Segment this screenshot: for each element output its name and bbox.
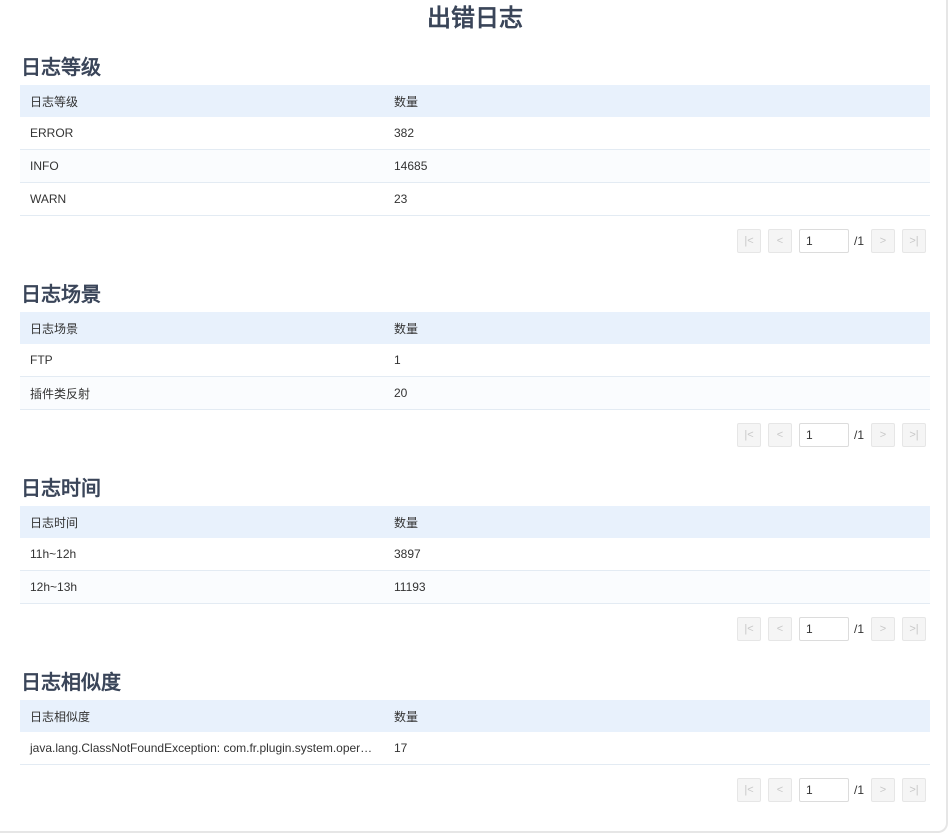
page-total: /1 xyxy=(853,428,864,442)
table-cell: 11h~12h xyxy=(20,538,384,571)
section-title: 日志场景 xyxy=(21,284,101,306)
column-header[interactable]: 日志等级 xyxy=(20,85,384,117)
first-page-icon[interactable]: |< xyxy=(736,423,761,447)
first-page-icon[interactable]: |< xyxy=(736,778,761,802)
section-title: 日志时间 xyxy=(21,478,101,500)
log-scene-table: 日志场景 数量 FTP 1 插件类反射 20 xyxy=(20,312,930,410)
section-log-scene: 日志场景 日志场景 数量 FTP 1 插件类反射 20 |< < /1 > >| xyxy=(20,278,930,449)
table-cell: 1 xyxy=(384,344,930,377)
table-row[interactable]: ERROR 382 xyxy=(20,117,930,150)
table-cell: java.lang.ClassNotFoundException: com.fr… xyxy=(20,732,384,765)
table-header-row: 日志等级 数量 xyxy=(20,85,930,117)
last-page-icon[interactable]: >| xyxy=(902,423,926,447)
table-cell: 23 xyxy=(384,182,930,216)
pagination: |< < /1 > >| xyxy=(20,421,930,449)
page-number-input[interactable] xyxy=(798,229,849,253)
table-header-row: 日志时间 数量 xyxy=(20,506,930,538)
next-page-icon[interactable]: > xyxy=(871,229,895,253)
table-cell: FTP xyxy=(20,344,384,377)
table-cell: ERROR xyxy=(20,117,384,150)
table-cell: 插件类反射 xyxy=(20,376,384,410)
table-cell: 14685 xyxy=(384,149,930,183)
table-cell: 11193 xyxy=(384,570,930,604)
section-log-time: 日志时间 日志时间 数量 11h~12h 3897 12h~13h 11193 … xyxy=(20,472,930,643)
column-header[interactable]: 数量 xyxy=(384,700,930,732)
next-page-icon[interactable]: > xyxy=(871,617,895,641)
table-cell: INFO xyxy=(20,149,384,183)
page-number-input[interactable] xyxy=(798,617,849,641)
column-header[interactable]: 数量 xyxy=(384,312,930,344)
pagination: |< < /1 > >| xyxy=(20,615,930,643)
table-row[interactable]: java.lang.ClassNotFoundException: com.fr… xyxy=(20,732,930,765)
table-cell: 17 xyxy=(384,732,930,765)
table-cell: WARN xyxy=(20,182,384,216)
section-title: 日志相似度 xyxy=(21,672,121,694)
table-row[interactable]: INFO 14685 xyxy=(20,149,930,183)
table-cell: 12h~13h xyxy=(20,570,384,604)
first-page-icon[interactable]: |< xyxy=(736,229,761,253)
log-time-table: 日志时间 数量 11h~12h 3897 12h~13h 11193 xyxy=(20,506,930,604)
table-row[interactable]: 插件类反射 20 xyxy=(20,376,930,410)
section-title: 日志等级 xyxy=(21,57,101,79)
column-header[interactable]: 数量 xyxy=(384,85,930,117)
table-row[interactable]: 11h~12h 3897 xyxy=(20,538,930,571)
last-page-icon[interactable]: >| xyxy=(902,778,926,802)
column-header[interactable]: 日志相似度 xyxy=(20,700,384,732)
section-log-similarity: 日志相似度 日志相似度 数量 java.lang.ClassNotFoundEx… xyxy=(20,666,930,804)
last-page-icon[interactable]: >| xyxy=(902,617,926,641)
column-header[interactable]: 日志时间 xyxy=(20,506,384,538)
column-header[interactable]: 数量 xyxy=(384,506,930,538)
table-header-row: 日志场景 数量 xyxy=(20,312,930,344)
pagination: |< < /1 > >| xyxy=(20,227,930,255)
table-cell: 382 xyxy=(384,117,930,150)
page-total: /1 xyxy=(853,622,864,636)
pagination: |< < /1 > >| xyxy=(20,776,930,804)
first-page-icon[interactable]: |< xyxy=(736,617,761,641)
table-row[interactable]: FTP 1 xyxy=(20,344,930,377)
table-cell: 3897 xyxy=(384,538,930,571)
page-title: 出错日志 xyxy=(427,5,523,32)
prev-page-icon[interactable]: < xyxy=(767,778,792,802)
prev-page-icon[interactable]: < xyxy=(767,229,792,253)
table-header-row: 日志相似度 数量 xyxy=(20,700,930,732)
prev-page-icon[interactable]: < xyxy=(767,617,792,641)
log-similarity-table: 日志相似度 数量 java.lang.ClassNotFoundExceptio… xyxy=(20,700,930,765)
table-row[interactable]: WARN 23 xyxy=(20,182,930,216)
page-total: /1 xyxy=(853,783,864,797)
page-number-input[interactable] xyxy=(798,778,849,802)
page-total: /1 xyxy=(853,234,864,248)
column-header[interactable]: 日志场景 xyxy=(20,312,384,344)
next-page-icon[interactable]: > xyxy=(871,778,895,802)
next-page-icon[interactable]: > xyxy=(871,423,895,447)
table-cell: 20 xyxy=(384,376,930,410)
table-row[interactable]: 12h~13h 11193 xyxy=(20,570,930,604)
log-level-table: 日志等级 数量 ERROR 382 INFO 14685 WARN 23 xyxy=(20,85,930,216)
last-page-icon[interactable]: >| xyxy=(902,229,926,253)
page-number-input[interactable] xyxy=(798,423,849,447)
section-log-level: 日志等级 日志等级 数量 ERROR 382 INFO 14685 WARN 2… xyxy=(20,51,930,255)
prev-page-icon[interactable]: < xyxy=(767,423,792,447)
